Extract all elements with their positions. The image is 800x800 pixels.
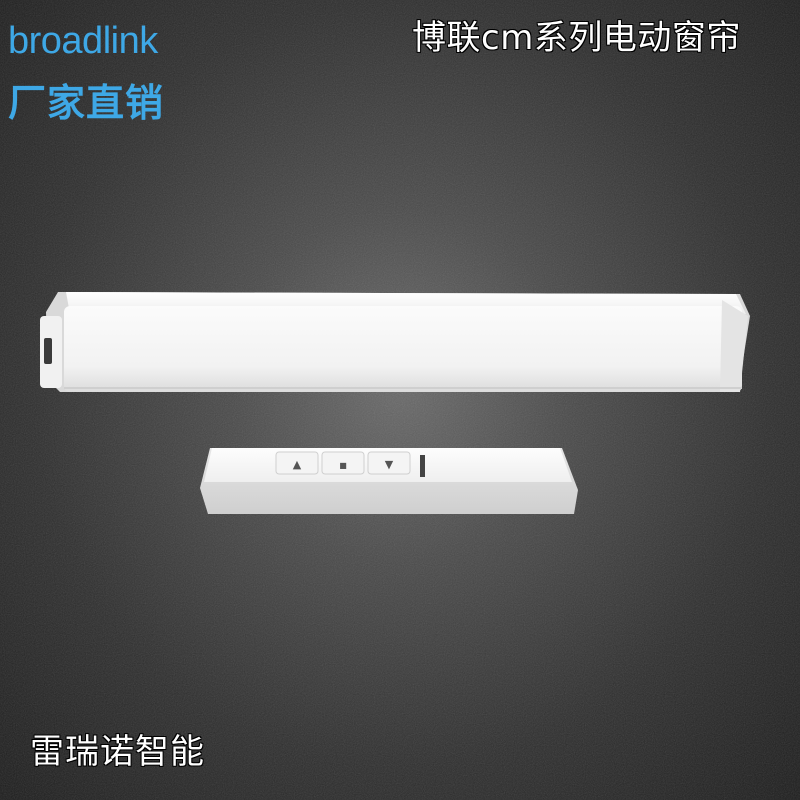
curtain-motor <box>40 292 750 392</box>
product-illustration: ▲ ■ ▼ <box>40 292 750 514</box>
remote-control: ▲ ■ ▼ <box>200 448 578 514</box>
stop-icon: ■ <box>339 461 347 470</box>
up-arrow-icon: ▲ <box>293 458 302 471</box>
down-arrow-icon: ▼ <box>385 458 394 471</box>
remote-channel-indicator <box>420 455 425 477</box>
motor-end-port <box>44 338 52 364</box>
